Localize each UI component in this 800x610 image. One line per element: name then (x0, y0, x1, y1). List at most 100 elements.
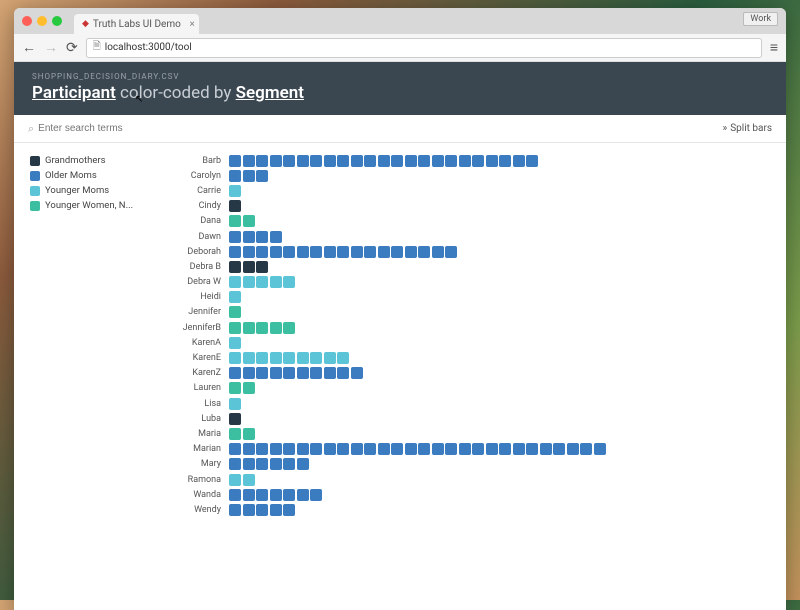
data-block[interactable] (351, 155, 363, 167)
zoom-window-icon[interactable] (52, 16, 62, 26)
data-block[interactable] (243, 428, 255, 440)
browser-tab[interactable]: ◆ Truth Labs UI Demo × (74, 14, 199, 34)
data-block[interactable] (256, 246, 268, 258)
data-block[interactable] (526, 443, 538, 455)
data-block[interactable] (270, 246, 282, 258)
data-block[interactable] (310, 489, 322, 501)
data-block[interactable] (540, 443, 552, 455)
site-info-icon[interactable]: 🗎 (93, 39, 101, 56)
data-block[interactable] (283, 155, 295, 167)
data-block[interactable] (432, 246, 444, 258)
data-block[interactable] (391, 443, 403, 455)
data-block[interactable] (499, 443, 511, 455)
data-block[interactable] (283, 246, 295, 258)
data-block[interactable] (297, 489, 309, 501)
data-block[interactable] (364, 443, 376, 455)
data-block[interactable] (324, 246, 336, 258)
data-block[interactable] (229, 276, 241, 288)
chart-row[interactable]: Debra B (159, 259, 776, 274)
legend-item[interactable]: Younger Women, N... (30, 200, 151, 211)
data-block[interactable] (337, 352, 349, 364)
window-controls[interactable] (22, 16, 62, 26)
data-block[interactable] (229, 352, 241, 364)
data-block[interactable] (310, 155, 322, 167)
data-block[interactable] (580, 443, 592, 455)
data-block[interactable] (270, 489, 282, 501)
data-block[interactable] (256, 155, 268, 167)
data-block[interactable] (297, 443, 309, 455)
data-block[interactable] (256, 352, 268, 364)
data-block[interactable] (243, 489, 255, 501)
data-block[interactable] (229, 474, 241, 486)
chart-row[interactable]: Wanda (159, 487, 776, 502)
data-block[interactable] (297, 352, 309, 364)
chart-row[interactable]: Debra W (159, 275, 776, 290)
data-block[interactable] (283, 276, 295, 288)
data-block[interactable] (459, 443, 471, 455)
chart-row[interactable]: Jennifer (159, 305, 776, 320)
data-block[interactable] (283, 322, 295, 334)
chart-row[interactable]: Carolyn (159, 168, 776, 183)
data-block[interactable] (243, 215, 255, 227)
data-block[interactable] (405, 443, 417, 455)
data-block[interactable] (445, 443, 457, 455)
data-block[interactable] (256, 276, 268, 288)
data-block[interactable] (270, 231, 282, 243)
data-block[interactable] (229, 398, 241, 410)
data-block[interactable] (243, 504, 255, 516)
data-block[interactable] (229, 458, 241, 470)
data-block[interactable] (229, 337, 241, 349)
search-input[interactable] (38, 123, 238, 134)
data-block[interactable] (391, 155, 403, 167)
data-block[interactable] (229, 215, 241, 227)
data-block[interactable] (243, 246, 255, 258)
data-block[interactable] (243, 261, 255, 273)
chart-row[interactable]: KarenZ (159, 366, 776, 381)
data-block[interactable] (256, 367, 268, 379)
data-block[interactable] (283, 489, 295, 501)
data-block[interactable] (229, 185, 241, 197)
data-block[interactable] (256, 443, 268, 455)
chart-row[interactable]: Wendy (159, 502, 776, 517)
data-block[interactable] (229, 306, 241, 318)
data-block[interactable] (229, 200, 241, 212)
data-block[interactable] (243, 276, 255, 288)
reload-button[interactable]: ⟳ (66, 40, 78, 56)
data-block[interactable] (486, 155, 498, 167)
data-block[interactable] (256, 489, 268, 501)
data-block[interactable] (472, 155, 484, 167)
data-block[interactable] (243, 458, 255, 470)
data-block[interactable] (270, 322, 282, 334)
chart-row[interactable]: Cindy (159, 199, 776, 214)
data-block[interactable] (310, 246, 322, 258)
data-block[interactable] (243, 322, 255, 334)
chart-row[interactable]: KarenE (159, 350, 776, 365)
data-block[interactable] (297, 458, 309, 470)
data-block[interactable] (229, 382, 241, 394)
data-block[interactable] (270, 352, 282, 364)
data-block[interactable] (229, 170, 241, 182)
data-block[interactable] (229, 291, 241, 303)
back-button[interactable]: ← (22, 39, 36, 56)
close-tab-icon[interactable]: × (189, 19, 194, 30)
entity-selector[interactable]: Participant (32, 83, 116, 103)
data-block[interactable] (229, 428, 241, 440)
data-block[interactable] (418, 246, 430, 258)
chart-row[interactable]: Lauren (159, 381, 776, 396)
data-block[interactable] (297, 155, 309, 167)
data-block[interactable] (351, 246, 363, 258)
data-block[interactable] (229, 231, 241, 243)
data-block[interactable] (351, 367, 363, 379)
data-block[interactable] (337, 443, 349, 455)
data-block[interactable] (418, 155, 430, 167)
data-block[interactable] (310, 443, 322, 455)
data-block[interactable] (553, 443, 565, 455)
chart-row[interactable]: JenniferB (159, 320, 776, 335)
data-block[interactable] (445, 246, 457, 258)
data-block[interactable] (283, 367, 295, 379)
data-block[interactable] (297, 246, 309, 258)
profile-badge[interactable]: Work (743, 12, 778, 26)
data-block[interactable] (526, 155, 538, 167)
data-block[interactable] (229, 504, 241, 516)
data-block[interactable] (513, 155, 525, 167)
